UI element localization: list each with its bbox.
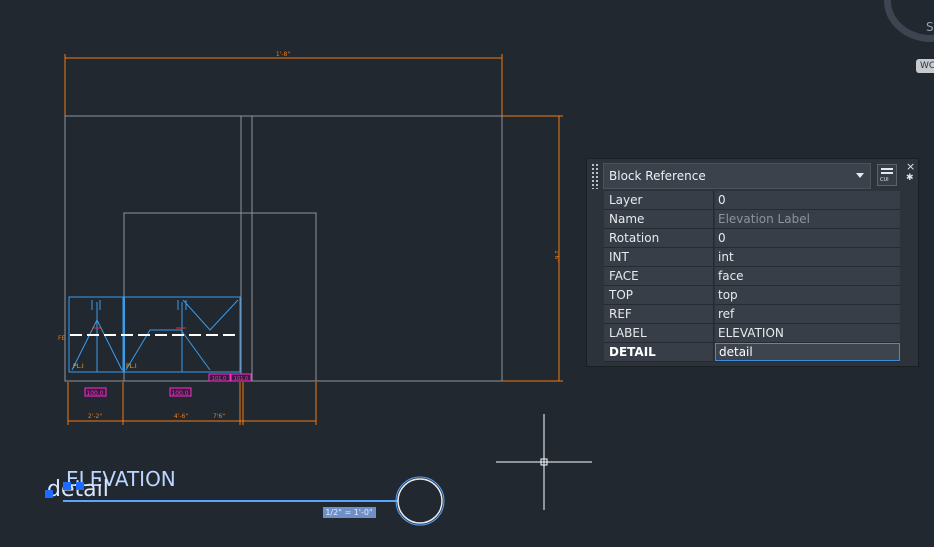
elevation-label-circle-selection bbox=[395, 476, 445, 526]
tag-text-2: 100.0 bbox=[171, 390, 188, 397]
palette-grip-handle[interactable] bbox=[591, 163, 598, 189]
property-value[interactable]: ref bbox=[715, 305, 900, 323]
property-key: TOP bbox=[604, 286, 714, 304]
elevation-outline[interactable] bbox=[64, 115, 503, 382]
right-dimension[interactable] bbox=[316, 115, 563, 382]
cui-label: CUI bbox=[880, 177, 889, 183]
property-value[interactable]: face bbox=[715, 267, 900, 285]
wcs-menu-button[interactable]: WCS bbox=[916, 59, 934, 73]
quick-select-button[interactable]: CUI bbox=[877, 164, 897, 186]
close-icon[interactable]: × bbox=[906, 161, 915, 172]
property-value[interactable]: int bbox=[715, 248, 900, 266]
property-key: FACE bbox=[604, 267, 714, 285]
property-row-rotation[interactable]: Rotation 0 bbox=[604, 229, 900, 248]
right-dimension-text: 1'6" bbox=[553, 250, 560, 262]
tag-text-3: 101.0 bbox=[212, 376, 226, 382]
property-row-face[interactable]: FACE face bbox=[604, 267, 900, 286]
fe-label: FE bbox=[58, 335, 65, 342]
top-dimension[interactable] bbox=[64, 54, 503, 116]
property-value: Elevation Label bbox=[715, 210, 900, 228]
property-key: REF bbox=[604, 305, 714, 323]
properties-palette[interactable]: Block Reference CUI × ✱ Layer 0 Name Ele… bbox=[586, 158, 919, 367]
quick-select-icon bbox=[881, 168, 893, 170]
property-row-top[interactable]: TOP top bbox=[604, 286, 900, 305]
property-value[interactable]: 0 bbox=[715, 229, 900, 247]
properties-grid: Layer 0 Name Elevation Label Rotation 0 … bbox=[604, 191, 900, 362]
top-dimension-text: 1'-8" bbox=[276, 51, 290, 58]
object-type-value: Block Reference bbox=[609, 169, 706, 183]
property-value-cell bbox=[715, 343, 900, 361]
grip-handle-2[interactable] bbox=[63, 482, 71, 490]
gear-icon[interactable]: ✱ bbox=[906, 174, 914, 183]
crosshair-cursor bbox=[496, 414, 592, 510]
tag-text-1: 100.0 bbox=[86, 390, 103, 397]
cabinet-label-2: PL.I bbox=[126, 363, 137, 370]
object-type-select[interactable]: Block Reference bbox=[603, 163, 871, 189]
property-row-name[interactable]: Name Elevation Label bbox=[604, 210, 900, 229]
cabinet-label-1: PL.I bbox=[73, 363, 84, 370]
scale-text[interactable]: 1/2" = 1'-0" bbox=[325, 508, 372, 517]
property-row-ref[interactable]: REF ref bbox=[604, 305, 900, 324]
bottom-dimension-text-1: 2'-2" bbox=[88, 413, 102, 420]
detail-value-input[interactable] bbox=[715, 343, 900, 361]
grip-handle-1[interactable] bbox=[45, 490, 53, 498]
property-row-label[interactable]: LABEL ELEVATION bbox=[604, 324, 900, 343]
quick-select-icon-bar bbox=[881, 172, 893, 174]
property-key: Layer bbox=[604, 191, 714, 209]
property-key: DETAIL bbox=[604, 343, 714, 361]
bottom-dimension-text-2: 4'-6" bbox=[174, 413, 188, 420]
property-key: Name bbox=[604, 210, 714, 228]
tag-text-4: 101.0 bbox=[234, 376, 248, 382]
property-key: INT bbox=[604, 248, 714, 266]
property-row-layer[interactable]: Layer 0 bbox=[604, 191, 900, 210]
bottom-dimension-text-3: 7'6" bbox=[213, 413, 225, 420]
viewcube-compass-letter: S bbox=[926, 20, 934, 34]
property-row-detail[interactable]: DETAIL bbox=[604, 343, 900, 362]
grip-handle-3[interactable] bbox=[76, 482, 84, 490]
property-value[interactable]: 0 bbox=[715, 191, 900, 209]
property-value[interactable]: ELEVATION bbox=[715, 324, 900, 342]
property-value[interactable]: top bbox=[715, 286, 900, 304]
property-key: Rotation bbox=[604, 229, 714, 247]
property-row-int[interactable]: INT int bbox=[604, 248, 900, 267]
chevron-down-icon bbox=[856, 173, 864, 178]
elevation-label-circle[interactable] bbox=[397, 478, 443, 524]
property-key: LABEL bbox=[604, 324, 714, 342]
